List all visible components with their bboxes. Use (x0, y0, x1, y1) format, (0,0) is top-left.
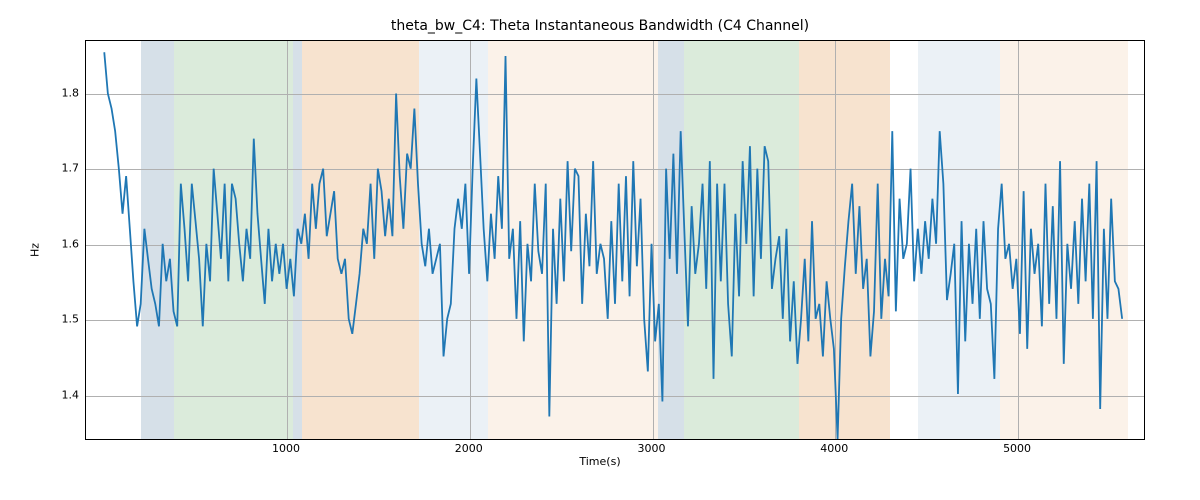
x-axis-label: Time(s) (0, 455, 1200, 468)
y-tick-label: 1.4 (55, 388, 79, 401)
y-axis-label: Hz (29, 243, 42, 257)
x-tick-label: 1000 (272, 442, 300, 455)
y-tick-label: 1.5 (55, 313, 79, 326)
y-tick-label: 1.6 (55, 237, 79, 250)
y-tick-label: 1.8 (55, 86, 79, 99)
x-tick-label: 5000 (1003, 442, 1031, 455)
chart-title: theta_bw_C4: Theta Instantaneous Bandwid… (0, 18, 1200, 34)
figure: theta_bw_C4: Theta Instantaneous Bandwid… (0, 0, 1200, 500)
plot-axes (85, 40, 1145, 440)
y-tick-label: 1.7 (55, 162, 79, 175)
series-line (104, 52, 1122, 439)
x-tick-label: 2000 (455, 442, 483, 455)
plot-svg (86, 41, 1144, 439)
x-tick-label: 4000 (820, 442, 848, 455)
x-tick-label: 3000 (638, 442, 666, 455)
